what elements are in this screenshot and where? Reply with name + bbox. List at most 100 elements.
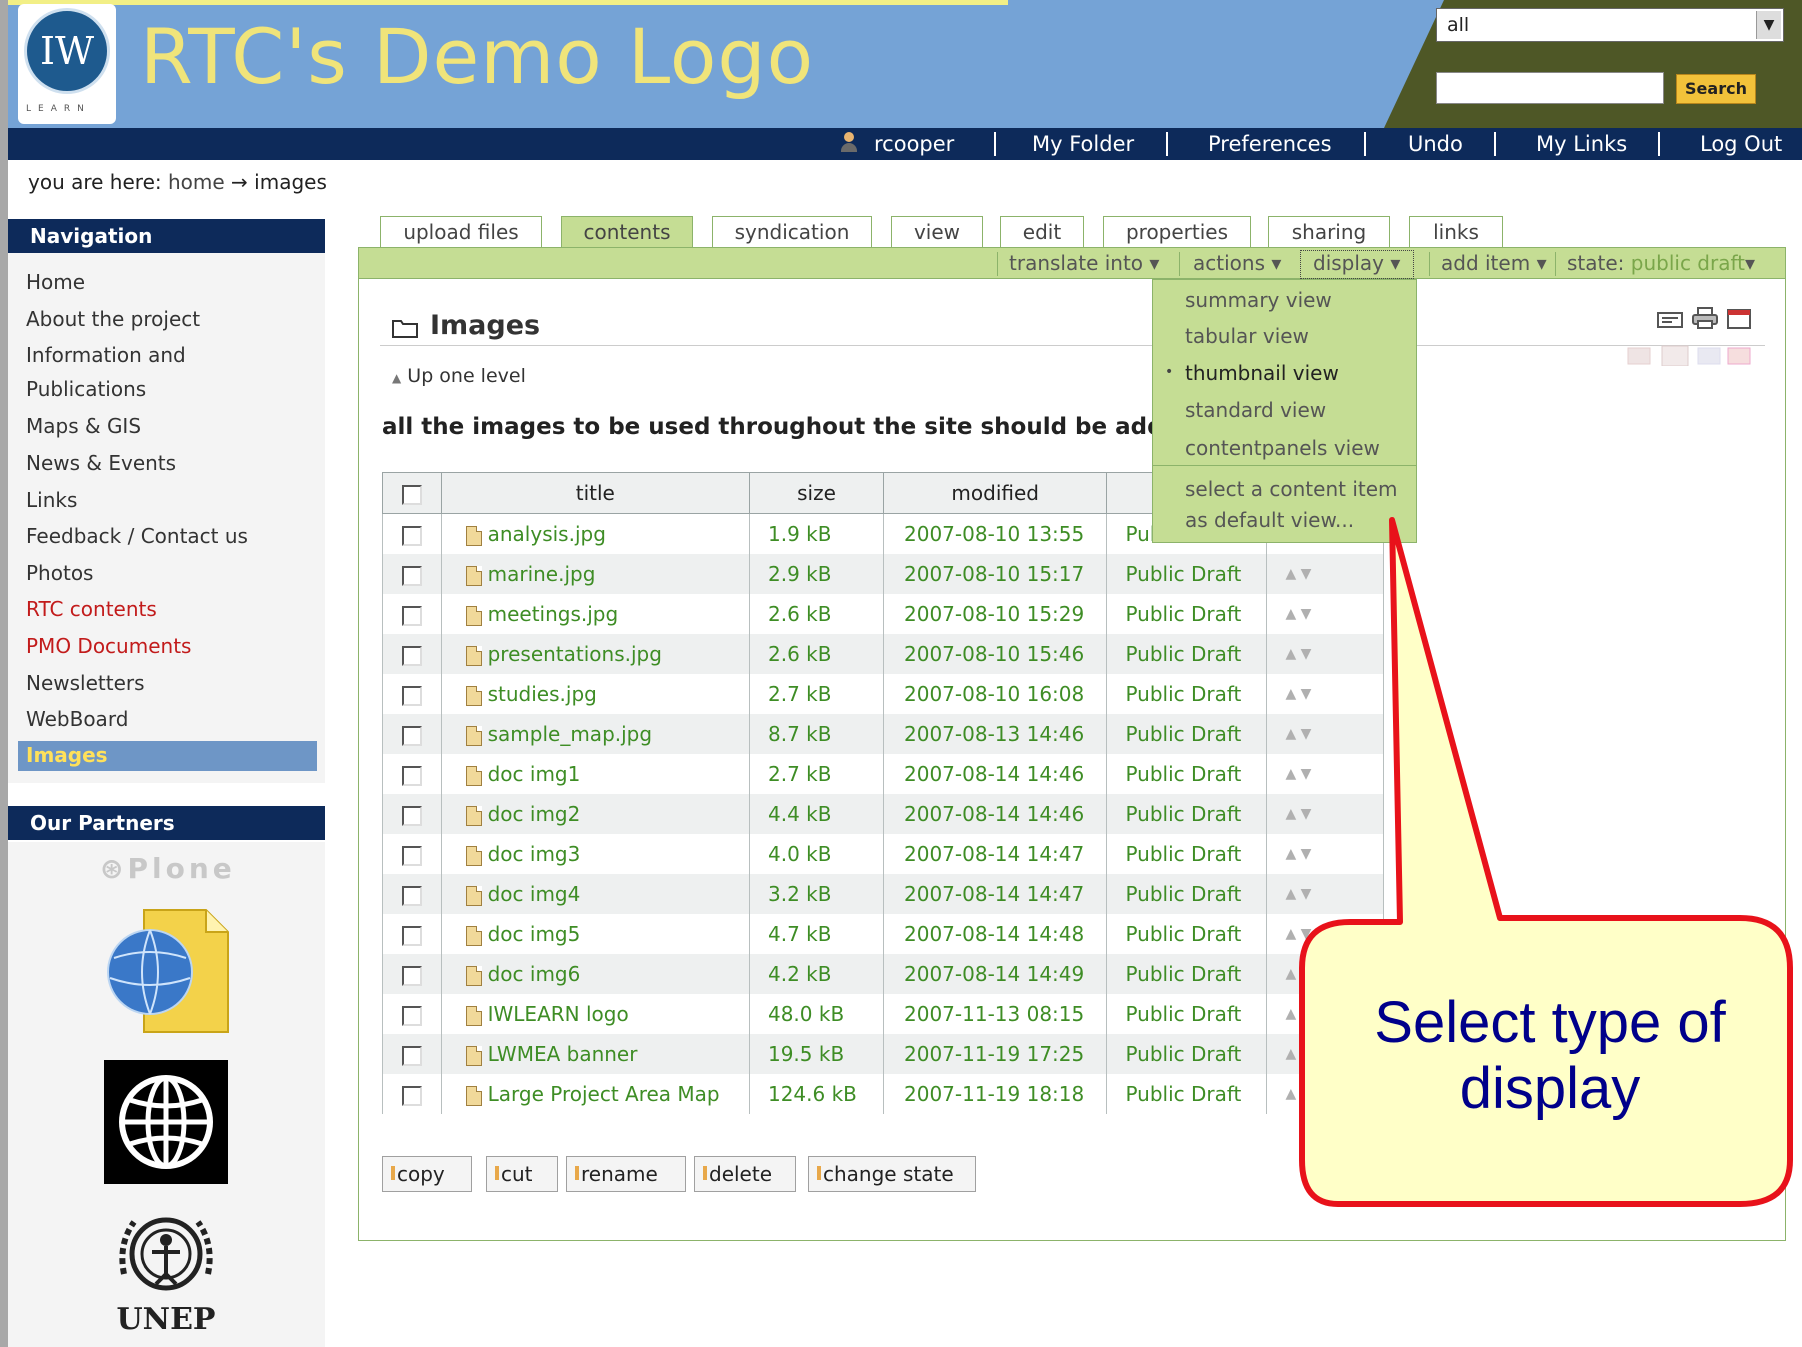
row-checkbox-cell[interactable] (382, 994, 442, 1034)
log-out-link[interactable]: Log Out (1700, 128, 1782, 160)
row-checkbox[interactable] (401, 645, 422, 666)
search-scope-select[interactable]: all ▼ (1436, 8, 1784, 42)
title-cell[interactable]: doc img3 (440, 834, 750, 874)
menu-item-default-view-line1[interactable]: select a content item (1185, 477, 1398, 501)
item-title-link[interactable]: doc img6 (488, 962, 581, 986)
row-checkbox-cell[interactable] (382, 954, 442, 994)
row-checkbox-cell[interactable] (382, 674, 442, 714)
row-checkbox-cell[interactable] (382, 1074, 442, 1114)
nav-item-links[interactable]: Links (26, 488, 77, 512)
item-title-link[interactable]: LWMEA banner (488, 1042, 638, 1066)
row-checkbox-cell[interactable] (382, 1034, 442, 1074)
site-logo[interactable]: IW LEARN (18, 4, 116, 124)
menu-item-summary-view[interactable]: summary view (1185, 288, 1332, 312)
world-bank-logo[interactable] (104, 1060, 228, 1184)
breadcrumb-home-link[interactable]: home (168, 170, 225, 194)
row-checkbox-cell[interactable] (382, 594, 442, 634)
title-cell[interactable]: sample_map.jpg (440, 714, 750, 754)
nav-item-publications[interactable]: Publications (26, 377, 146, 401)
row-checkbox-cell[interactable] (382, 554, 442, 594)
row-checkbox-cell[interactable] (382, 834, 442, 874)
search-scope-arrow-icon[interactable]: ▼ (1756, 11, 1781, 39)
title-cell[interactable]: IWLEARN logo (440, 994, 750, 1034)
row-checkbox[interactable] (401, 845, 422, 866)
tab-view[interactable]: view (891, 216, 983, 248)
title-cell[interactable]: doc img2 (440, 794, 750, 834)
item-title-link[interactable]: studies.jpg (488, 682, 597, 706)
row-checkbox-cell[interactable] (382, 914, 442, 954)
item-title-link[interactable]: meetings.jpg (488, 602, 619, 626)
tab-sharing[interactable]: sharing (1268, 216, 1390, 248)
item-title-link[interactable]: doc img1 (488, 762, 581, 786)
user-name-link[interactable]: rcooper (874, 128, 954, 160)
translate-into-menu[interactable]: translate into ▾ (1009, 248, 1159, 278)
row-checkbox[interactable] (401, 565, 422, 586)
select-all-header[interactable] (382, 472, 442, 514)
title-cell[interactable]: doc img5 (440, 914, 750, 954)
item-title-link[interactable]: presentations.jpg (488, 642, 662, 666)
row-checkbox[interactable] (401, 725, 422, 746)
nav-item-information[interactable]: Information and (26, 343, 186, 367)
row-checkbox[interactable] (401, 805, 422, 826)
row-checkbox[interactable] (401, 525, 422, 546)
nav-item-about[interactable]: About the project (26, 307, 200, 331)
cut-button[interactable]: cut (486, 1156, 558, 1192)
row-checkbox[interactable] (401, 685, 422, 706)
row-checkbox[interactable] (401, 1085, 422, 1106)
nav-item-newsletters[interactable]: Newsletters (26, 671, 145, 695)
column-header-size[interactable]: size (748, 472, 885, 514)
row-checkbox[interactable] (401, 765, 422, 786)
add-item-menu[interactable]: add item ▾ (1427, 248, 1547, 278)
tab-links[interactable]: links (1409, 216, 1503, 248)
nav-item-news-events[interactable]: News & Events (26, 451, 176, 475)
menu-item-standard-view[interactable]: standard view (1185, 398, 1326, 422)
row-checkbox[interactable] (401, 605, 422, 626)
tab-properties[interactable]: properties (1103, 216, 1251, 248)
tab-edit[interactable]: edit (1000, 216, 1084, 248)
title-cell[interactable]: studies.jpg (440, 674, 750, 714)
change-state-button[interactable]: change state (808, 1156, 976, 1192)
row-checkbox[interactable] (401, 1005, 422, 1026)
item-title-link[interactable]: sample_map.jpg (488, 722, 652, 746)
title-cell[interactable]: analysis.jpg (440, 513, 750, 554)
nav-item-maps-gis[interactable]: Maps & GIS (26, 414, 141, 438)
my-links-link[interactable]: My Links (1536, 128, 1627, 160)
title-cell[interactable]: presentations.jpg (440, 634, 750, 674)
row-checkbox-cell[interactable] (382, 513, 442, 554)
search-button[interactable]: Search (1676, 74, 1756, 104)
row-checkbox-cell[interactable] (382, 874, 442, 914)
row-checkbox[interactable] (401, 965, 422, 986)
row-checkbox-cell[interactable] (382, 634, 442, 674)
my-folder-link[interactable]: My Folder (1032, 128, 1134, 160)
row-checkbox-cell[interactable] (382, 794, 442, 834)
select-all-checkbox[interactable] (401, 484, 422, 505)
nav-item-photos[interactable]: Photos (26, 561, 93, 585)
item-title-link[interactable]: IWLEARN logo (488, 1002, 629, 1026)
nav-item-webboard[interactable]: WebBoard (26, 707, 128, 731)
item-title-link[interactable]: doc img3 (488, 842, 581, 866)
item-title-link[interactable]: doc img2 (488, 802, 581, 826)
item-title-link[interactable]: analysis.jpg (488, 522, 606, 546)
row-checkbox-cell[interactable] (382, 714, 442, 754)
nav-item-pmo-documents[interactable]: PMO Documents (26, 634, 191, 658)
title-cell[interactable]: doc img1 (440, 754, 750, 794)
item-title-link[interactable]: doc img5 (488, 922, 581, 946)
title-cell[interactable]: LWMEA banner (440, 1034, 750, 1074)
item-title-link[interactable]: doc img4 (488, 882, 581, 906)
nav-item-feedback[interactable]: Feedback / Contact us (26, 524, 248, 548)
unep-logo[interactable]: UNEP (104, 1204, 228, 1337)
row-checkbox[interactable] (401, 925, 422, 946)
tab-syndication[interactable]: syndication (712, 216, 872, 248)
undo-link[interactable]: Undo (1408, 128, 1463, 160)
title-cell[interactable]: doc img4 (440, 874, 750, 914)
globe-document-logo[interactable] (104, 906, 232, 1036)
row-checkbox-cell[interactable] (382, 754, 442, 794)
menu-item-contentpanels-view[interactable]: contentpanels view (1185, 436, 1380, 460)
send-to-icon[interactable] (1656, 310, 1684, 330)
plone-logo[interactable]: ⊛Plone (100, 852, 236, 885)
tab-contents[interactable]: contents (561, 216, 693, 250)
nav-item-images-selected[interactable]: Images (18, 741, 317, 771)
row-checkbox[interactable] (401, 885, 422, 906)
title-cell[interactable]: doc img6 (440, 954, 750, 994)
search-input[interactable] (1436, 72, 1664, 104)
